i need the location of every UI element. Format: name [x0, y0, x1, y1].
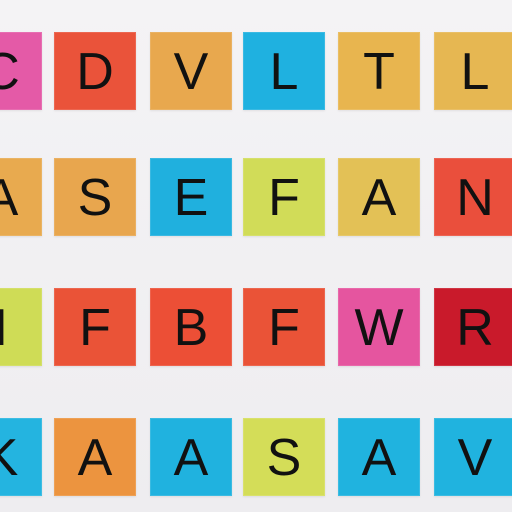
letter-tile[interactable]: T — [338, 32, 420, 110]
tile-letter: F — [268, 299, 300, 357]
letter-tile[interactable]: A — [338, 158, 420, 236]
tile-letter: A — [173, 429, 209, 487]
tile-letter: C — [0, 43, 20, 101]
letter-tile[interactable]: V — [434, 418, 512, 496]
letter-tile[interactable]: K — [0, 418, 42, 496]
tile-letter: A — [0, 169, 19, 227]
letter-tile[interactable]: L — [434, 32, 512, 110]
letter-tile[interactable]: S — [54, 158, 136, 236]
tile-letter: A — [361, 429, 397, 487]
tile-letter: F — [268, 169, 300, 227]
tile-letter: S — [77, 169, 113, 227]
tile-letter: D — [76, 43, 114, 101]
letter-tile[interactable]: F — [54, 288, 136, 366]
tile-letter: S — [266, 429, 302, 487]
letter-tile[interactable]: D — [54, 32, 136, 110]
letter-tile[interactable]: A — [0, 158, 42, 236]
tile-letter: L — [269, 43, 299, 101]
tile-letter: F — [79, 299, 111, 357]
tile-letter: A — [77, 429, 113, 487]
tile-letter: K — [0, 429, 19, 487]
letter-tile[interactable]: E — [150, 158, 232, 236]
letter-tile[interactable]: W — [338, 288, 420, 366]
tile-letter: W — [354, 299, 404, 357]
tile-letter: I — [0, 299, 9, 357]
letter-tile[interactable]: F — [243, 288, 325, 366]
letter-tile[interactable]: A — [150, 418, 232, 496]
letter-tile[interactable]: N — [434, 158, 512, 236]
tile-letter: N — [456, 169, 494, 227]
letter-tile[interactable]: L — [243, 32, 325, 110]
tile-letter: V — [173, 43, 209, 101]
letter-tile[interactable]: S — [243, 418, 325, 496]
letter-tile-board: C D V L T L A S E F A N I F B F W R K A … — [0, 0, 512, 512]
tile-letter: T — [363, 43, 395, 101]
letter-tile[interactable]: B — [150, 288, 232, 366]
letter-tile[interactable]: I — [0, 288, 42, 366]
letter-tile[interactable]: R — [434, 288, 512, 366]
letter-tile[interactable]: A — [54, 418, 136, 496]
letter-tile[interactable]: C — [0, 32, 42, 110]
letter-tile[interactable]: F — [243, 158, 325, 236]
tile-letter: B — [173, 299, 209, 357]
tile-letter: V — [457, 429, 493, 487]
tile-letter: A — [361, 169, 397, 227]
tile-letter: L — [460, 43, 490, 101]
letter-tile[interactable]: V — [150, 32, 232, 110]
tile-letter: R — [456, 299, 494, 357]
letter-tile[interactable]: A — [338, 418, 420, 496]
tile-letter: E — [173, 169, 209, 227]
